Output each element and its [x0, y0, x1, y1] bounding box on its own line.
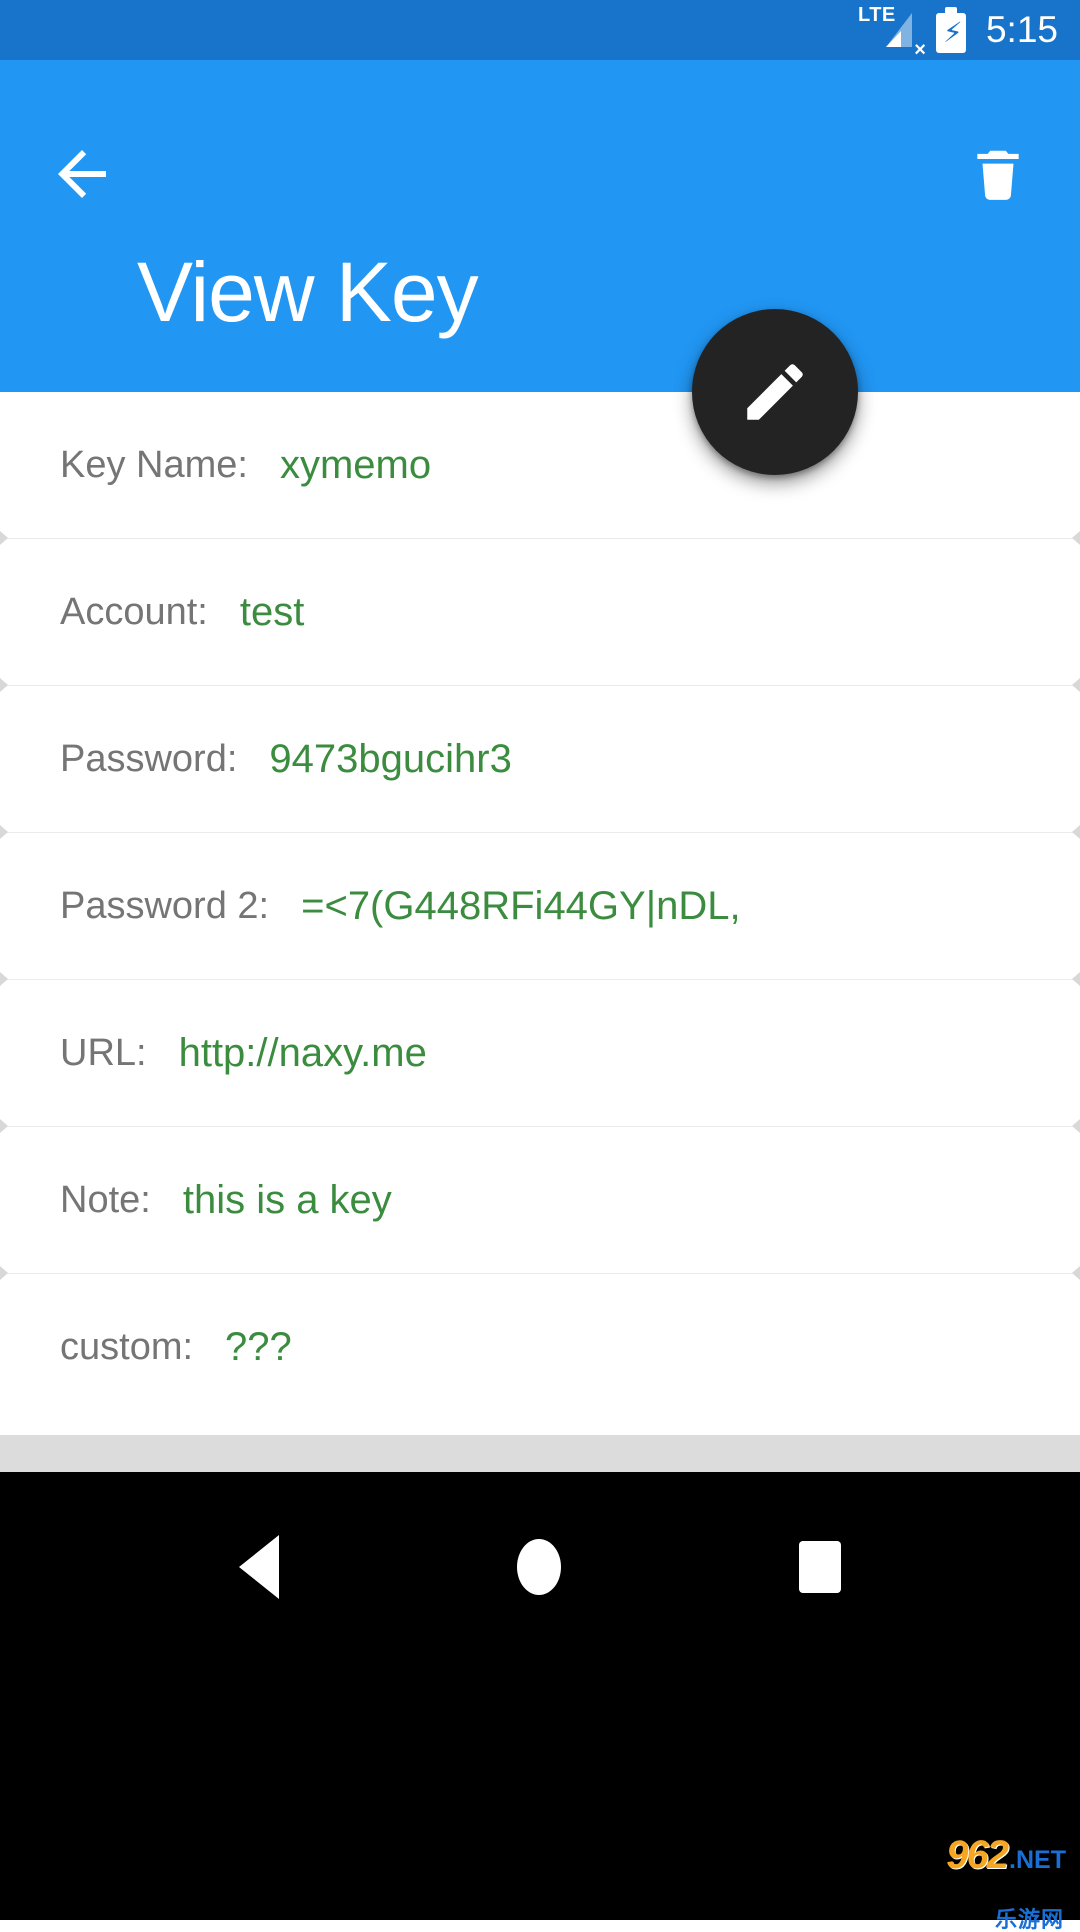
- no-signal-x-icon: ×: [914, 39, 926, 61]
- field-row-password[interactable]: Password: 9473bgucihr3: [0, 686, 1080, 839]
- battery-charging-icon: ⚡: [935, 7, 966, 53]
- lte-signal-icon: LTE ×: [858, 5, 926, 60]
- key-details-list: Key Name: xymemo Account: test Password:…: [0, 392, 1080, 1435]
- watermark-stack: 962 .NET 乐游网: [946, 1833, 1066, 1932]
- field-value: this is a key: [182, 1177, 392, 1222]
- site-watermark: 962 .NET 乐游网: [946, 1833, 1066, 1932]
- delete-button[interactable]: [952, 128, 1044, 220]
- watermark-number: 962: [946, 1833, 1009, 1877]
- field-label: Password 2:: [60, 884, 270, 927]
- status-icons: LTE × ⚡ 5:15: [858, 5, 1058, 60]
- bottom-gray-strip: [0, 1435, 1080, 1472]
- field-label: Key Name:: [60, 443, 248, 486]
- back-button[interactable]: [36, 128, 128, 220]
- field-row-custom[interactable]: custom: ???: [0, 1274, 1080, 1421]
- field-label: URL:: [60, 1031, 147, 1074]
- field-row-url[interactable]: URL: http://naxy.me: [0, 980, 1080, 1133]
- field-label: Account:: [60, 590, 208, 633]
- app-bar: View Key: [0, 60, 1080, 392]
- edit-fab-button[interactable]: [692, 309, 858, 475]
- field-value: test: [239, 589, 305, 634]
- field-row-note[interactable]: Note: this is a key: [0, 1127, 1080, 1280]
- status-time: 5:15: [985, 9, 1058, 50]
- field-label: Password:: [60, 737, 238, 780]
- charging-bolt-icon: ⚡: [942, 17, 963, 48]
- field-value: ???: [225, 1325, 292, 1369]
- arrow-left-icon: [58, 150, 106, 198]
- watermark-suffix: .NET: [1009, 1846, 1066, 1874]
- pencil-edit-icon: [747, 364, 803, 420]
- field-row-password-2[interactable]: Password 2: =<7(G448RFi44GY|nDL,: [0, 833, 1080, 986]
- field-value: xymemo: [279, 442, 432, 487]
- nav-home-circle-icon[interactable]: [517, 1539, 561, 1595]
- watermark-chinese: 乐游网: [994, 1907, 1064, 1932]
- signal-bars-foreground: [885, 31, 901, 47]
- field-value: 9473bgucihr3: [269, 736, 512, 781]
- field-row-key-name[interactable]: Key Name: xymemo: [0, 392, 1080, 545]
- system-navigation-bar: [0, 1472, 1080, 1920]
- field-label: custom:: [60, 1326, 194, 1368]
- nav-recents-square-icon[interactable]: [799, 1541, 841, 1593]
- trash-icon: [977, 150, 1019, 200]
- field-value: =<7(G448RFi44GY|nDL,: [301, 883, 741, 928]
- field-label: Note:: [60, 1178, 151, 1221]
- field-row-account[interactable]: Account: test: [0, 539, 1080, 692]
- nav-back-triangle-icon[interactable]: [239, 1535, 279, 1599]
- page-title: View Key: [137, 245, 479, 339]
- status-bar: LTE × ⚡ 5:15: [0, 0, 1080, 60]
- field-value: http://naxy.me: [178, 1030, 427, 1075]
- system-navigation-buttons: [0, 1472, 1080, 1662]
